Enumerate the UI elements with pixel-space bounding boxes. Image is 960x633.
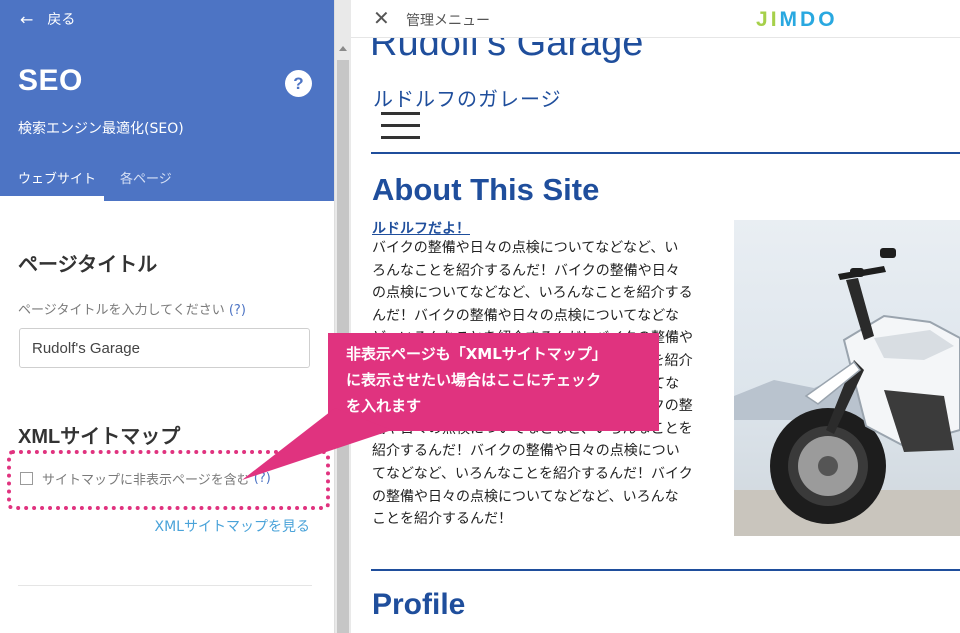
admin-bar: ✕ 管理メニュー J I M D O [351,0,960,38]
tab-each-page[interactable]: 各ページ [120,168,172,187]
page-title-input[interactable] [19,328,310,368]
xml-sitemap-heading: XMLサイトマップ [18,426,181,448]
help-icon[interactable]: ? [285,70,312,97]
close-icon[interactable]: ✕ [373,6,390,30]
logo-letter: I [770,8,778,31]
about-heading: About This Site [372,172,600,207]
body-text-line: 紹介するんだ！バイクの整備や日々の点検につい [372,443,680,460]
annotation-callout: 非表示ページも「XMLサイトマップ」 に表示させたい場合はここにチェック を入れ… [328,333,659,431]
logo-letter: D [800,8,817,31]
tab-website[interactable]: ウェブサイト [18,168,96,187]
logo-letter: M [779,8,799,31]
body-text-line: てなどなど、いろんなことを紹介するんだ！バイク [372,465,693,482]
page-title-heading: ページタイトル [18,254,158,276]
callout-line: を入れます [346,397,422,415]
divider [18,585,312,586]
divider [371,152,960,154]
sidebar-header: ← 戻る SEO ? 検索エンジン最適化(SEO) ウェブサイト 各ページ [0,0,334,201]
body-text-line: バイクの整備や日々の点検についてなどなど、い [372,240,679,256]
callout-line: に表示させたい場合はここにチェック [346,371,602,389]
active-tab-indicator [0,196,104,201]
page-title-label: ページタイトルを入力してください (?) [18,299,246,318]
body-text-line: の整備や日々の点検についてなどなど、いろんな [372,488,679,505]
divider [371,569,960,571]
logo-letter: O [818,8,836,31]
page-title-label-text: ページタイトルを入力してください [18,303,225,318]
body-text-line: ろんなことを紹介するんだ！バイクの整備や日々 [372,262,680,279]
logo-letter: J [756,8,769,31]
hamburger-menu-icon[interactable] [381,112,420,148]
body-text-line: の点検についてなどなど、いろんなことを紹介する [372,285,693,302]
body-text-line: ことを紹介するんだ！ [372,511,512,528]
page-title-help-link[interactable]: (?) [229,303,246,318]
site-subtitle: ルドルフのガレージ [373,87,562,111]
back-label: 戻る [47,12,76,28]
seo-sidebar: ← 戻る SEO ? 検索エンジン最適化(SEO) ウェブサイト 各ページ ペー… [0,0,334,633]
panel-title: SEO [18,64,83,97]
body-text-line: んだ！バイクの整備や日々の点検についてなどな [372,307,680,324]
back-button[interactable]: ← 戻る [20,9,75,29]
view-xml-sitemap-link[interactable]: XMLサイトマップを見る [155,516,310,536]
arrow-left-icon: ← [20,9,34,29]
rudolf-link[interactable]: ルドルフだよ！ [372,218,470,238]
jimdo-logo: J I M D O [756,8,836,32]
admin-menu-label[interactable]: 管理メニュー [406,10,490,30]
site-title[interactable]: Rudolf's Garage [370,38,643,65]
panel-subtitle: 検索エンジン最適化(SEO) [18,121,184,137]
callout-line: 非表示ページも「XMLサイトマップ」 [346,345,607,363]
sidebar-scrollbar[interactable] [334,0,351,633]
motorcycle-photo [734,220,960,536]
profile-heading: Profile [372,588,466,621]
scroll-up-arrow-icon[interactable] [339,46,347,51]
highlight-dotted-frame [7,450,330,510]
